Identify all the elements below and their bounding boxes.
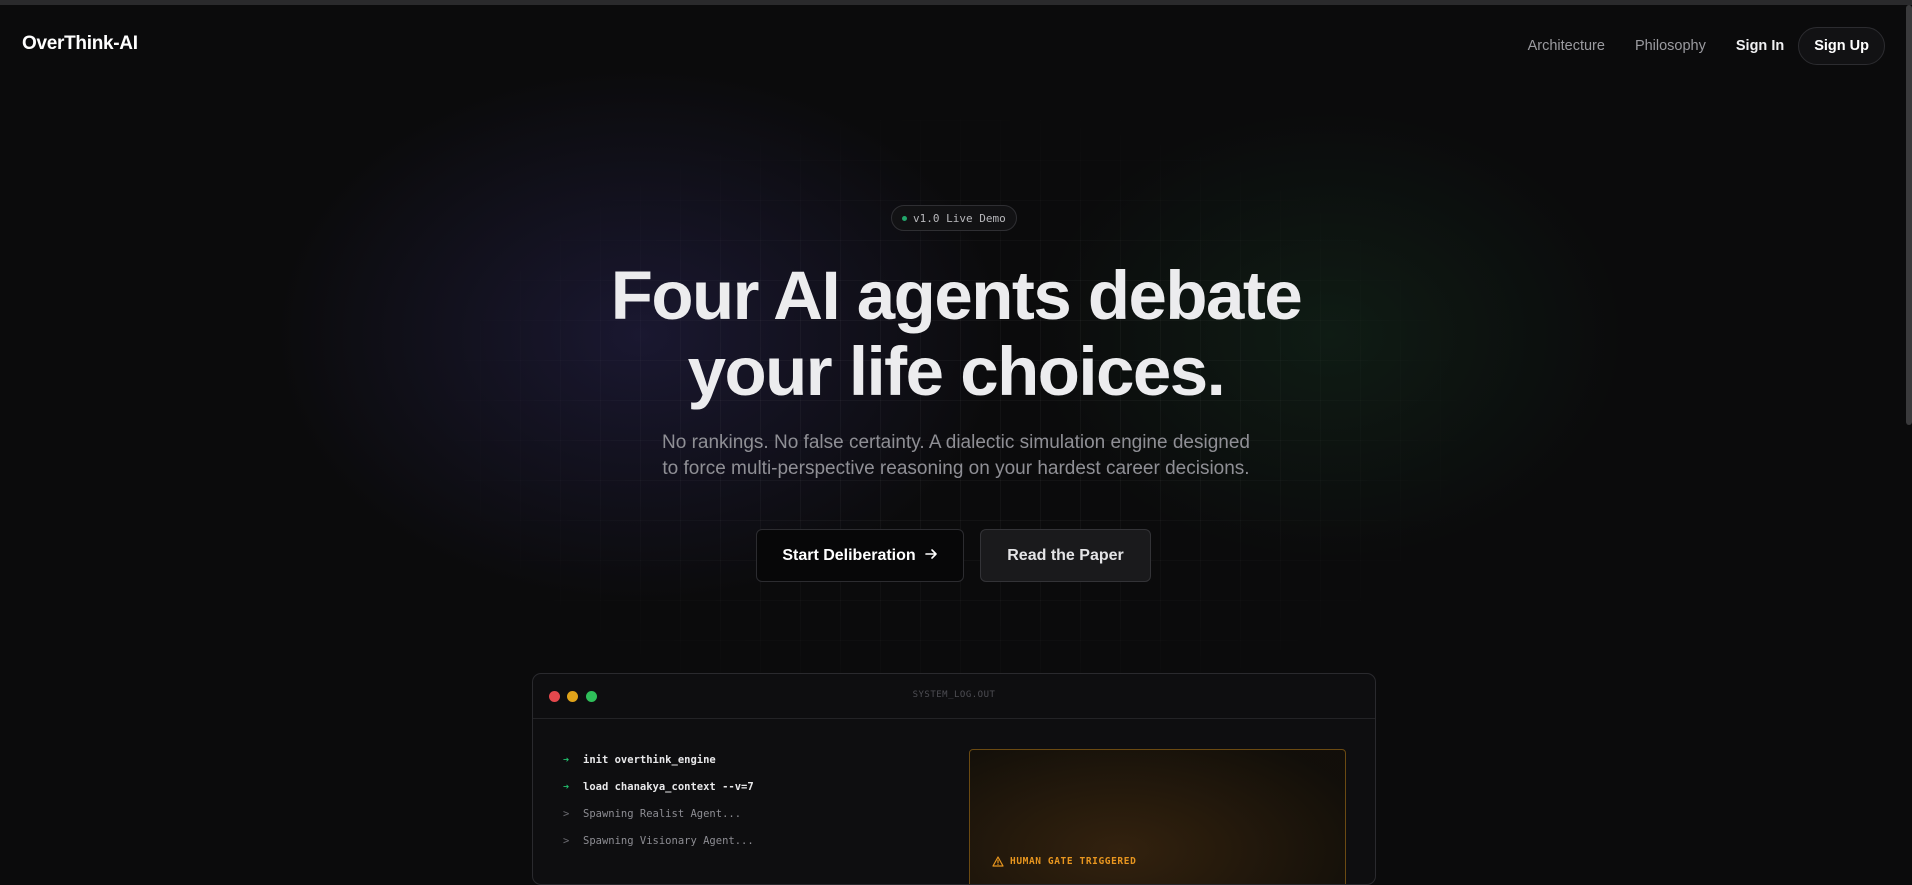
terminal-title: SYSTEM_LOG.OUT [912, 690, 996, 700]
prompt-arrow-icon: ➔ [563, 780, 570, 793]
prompt-arrow-icon: ➔ [563, 753, 570, 766]
nav-link-architecture[interactable]: Architecture [1528, 38, 1605, 54]
human-gate-panel: HUMAN GATE TRIGGERED [969, 749, 1346, 884]
version-badge: v1.0 Live Demo [891, 205, 1017, 231]
hero-headline: Four AI agents debate your life choices. [0, 258, 1912, 410]
nav-link-philosophy[interactable]: Philosophy [1635, 38, 1706, 54]
sign-up-button[interactable]: Sign Up [1798, 27, 1885, 65]
hero-subtitle: No rankings. No false certainty. A diale… [0, 430, 1912, 482]
subtitle-line-1: No rankings. No false certainty. A diale… [662, 432, 1250, 453]
start-deliberation-button[interactable]: Start Deliberation [756, 529, 964, 582]
log-line-text: load chanakya_context --v=7 [583, 780, 754, 793]
chevron-right-icon: > [563, 807, 570, 820]
arrow-right-icon [924, 547, 938, 564]
headline-line-1: Four AI agents debate [610, 257, 1303, 334]
log-line: > Spawning Realist Agent... [563, 800, 754, 827]
log-line-text: init overthink_engine [583, 753, 716, 766]
human-gate-label: HUMAN GATE TRIGGERED [1010, 856, 1137, 867]
subtitle-line-2: to force multi-perspective reasoning on … [662, 458, 1250, 479]
chevron-right-icon: > [563, 834, 570, 847]
top-nav: OverThink-AI Architecture Philosophy Sig… [0, 5, 1912, 83]
status-dot-icon [902, 215, 907, 221]
human-gate-alert: HUMAN GATE TRIGGERED [992, 856, 1136, 867]
start-deliberation-label: Start Deliberation [782, 546, 916, 564]
log-line-text: Spawning Visionary Agent... [583, 834, 754, 847]
sign-in-link[interactable]: Sign In [1736, 38, 1784, 54]
version-badge-label: v1.0 Live Demo [913, 211, 1006, 225]
log-line: > Spawning Visionary Agent... [563, 827, 754, 854]
log-line: ➔ init overthink_engine [563, 746, 754, 773]
headline-line-2: your life choices. [687, 333, 1226, 410]
nav-links: Architecture Philosophy Sign In Sign Up [1528, 27, 1885, 65]
warning-icon [992, 856, 1004, 867]
read-paper-button[interactable]: Read the Paper [980, 529, 1151, 582]
read-paper-label: Read the Paper [1007, 546, 1124, 564]
log-line-text: Spawning Realist Agent... [583, 807, 742, 820]
terminal-titlebar: SYSTEM_LOG.OUT [533, 674, 1375, 719]
log-line: ➔ load chanakya_context --v=7 [563, 773, 754, 800]
terminal-log: ➔ init overthink_engine ➔ load chanakya_… [563, 746, 754, 854]
logo[interactable]: OverThink-AI [22, 33, 138, 55]
terminal-window: SYSTEM_LOG.OUT ➔ init overthink_engine ➔… [532, 673, 1376, 885]
